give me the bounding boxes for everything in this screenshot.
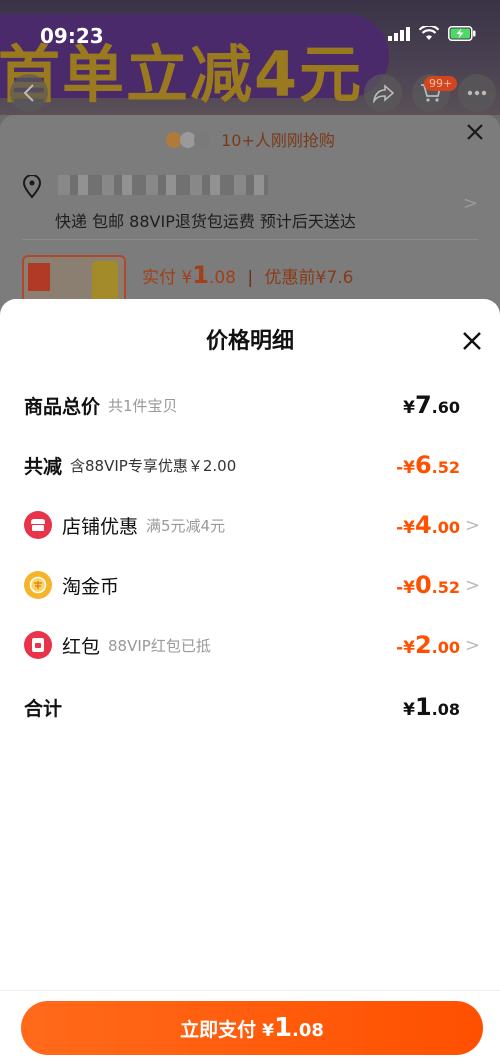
- original-price-value: ¥7.6: [315, 268, 354, 288]
- wifi-icon: [419, 26, 439, 40]
- paid-integer: 1: [192, 261, 209, 289]
- back-button[interactable]: [10, 74, 48, 112]
- gold-coin-label: 淘金币: [62, 575, 120, 598]
- shop-discount-label: 店铺优惠: [62, 515, 139, 538]
- gold-coin-icon: [24, 571, 52, 599]
- close-icon[interactable]: [466, 123, 484, 141]
- row-gold-coin[interactable]: 淘金币 -¥0.52 >: [24, 567, 480, 603]
- more-dots-icon: [467, 90, 487, 96]
- red-packet-icon: [24, 631, 52, 659]
- delivery-info: 快递 包邮 88VIP退货包运费 预计后天送达: [55, 212, 356, 231]
- original-price-label: 优惠前: [264, 268, 316, 288]
- purchase-ticker: 10+人刚刚抢购: [0, 127, 500, 153]
- sheet-title: 价格明细: [205, 329, 294, 354]
- total-label: 合计: [24, 697, 63, 720]
- chevron-right-icon: >: [464, 634, 480, 656]
- signal-icon: [388, 26, 410, 41]
- pay-now-button[interactable]: 立即支付 ¥1.08: [21, 1001, 483, 1055]
- chevron-right-icon: >: [464, 574, 480, 596]
- status-time: 09:23: [40, 24, 104, 48]
- price-detail-sheet: 价格明细 商品总价 共1件宝贝 ¥7.60 共减 含88VIP专享优惠￥2.00…: [0, 299, 500, 1059]
- pay-decimal: .08: [292, 1020, 324, 1041]
- red-packet-note: 88VIP红包已抵: [108, 636, 211, 655]
- shop-discount-rule: 满5元减4元: [146, 516, 226, 535]
- total-amount: ¥1.08: [403, 693, 460, 721]
- pay-currency: ¥: [262, 1021, 274, 1041]
- purchase-ticker-text: 10+人刚刚抢购: [221, 131, 335, 150]
- row-subtotal: 商品总价 共1件宝贝 ¥7.60: [24, 387, 480, 423]
- close-icon[interactable]: [462, 331, 482, 351]
- subtotal-amount: ¥7.60: [403, 391, 460, 419]
- divider: [22, 239, 478, 240]
- row-total-discount: 共减 含88VIP专享优惠￥2.00 -¥6.52: [24, 447, 480, 483]
- chevron-right-icon: >: [462, 193, 478, 214]
- pay-integer: 1: [273, 1013, 293, 1043]
- location-pin-icon: [22, 175, 42, 199]
- red-packet-label: 红包: [62, 635, 101, 658]
- buyer-avatars-icon: [165, 131, 215, 153]
- address-text-redacted: [58, 175, 268, 195]
- total-discount-amount: -¥6.52: [396, 451, 460, 479]
- share-icon: [372, 84, 395, 103]
- pay-now-label: 立即支付: [180, 1019, 257, 1041]
- battery-charging-icon: [448, 26, 476, 41]
- status-icons: [388, 26, 476, 41]
- gold-coin-amount: -¥0.52: [396, 571, 460, 599]
- status-bar: 09:23: [0, 0, 500, 60]
- cart-count-badge: 99+: [424, 76, 458, 91]
- more-button[interactable]: [458, 74, 496, 112]
- chevron-right-icon: >: [464, 514, 480, 536]
- total-discount-label: 共减: [24, 455, 63, 478]
- order-sheet-background: 10+人刚刚抢购 快递 包邮 88VIP退货包运费 预计后天送达 > 实付 ¥1…: [0, 115, 500, 321]
- pay-bar: 立即支付 ¥1.08: [0, 990, 500, 1059]
- shop-discount-amount: -¥4.00: [396, 511, 460, 539]
- row-red-packet[interactable]: 红包 88VIP红包已抵 -¥2.00 >: [24, 627, 480, 663]
- total-discount-note: 含88VIP专享优惠￥2.00: [70, 456, 237, 475]
- subtotal-count: 共1件宝贝: [108, 396, 178, 415]
- row-total: 合计 ¥1.08: [24, 689, 480, 725]
- subtotal-label: 商品总价: [24, 395, 101, 418]
- paid-currency: ¥: [181, 268, 193, 288]
- shop-icon: [24, 511, 52, 539]
- row-shop-discount[interactable]: 店铺优惠 满5元减4元 -¥4.00 >: [24, 507, 480, 543]
- red-packet-amount: -¥2.00: [396, 631, 460, 659]
- share-button[interactable]: [364, 74, 402, 112]
- paid-decimal: .08: [208, 268, 236, 288]
- paid-label: 实付: [142, 268, 176, 288]
- bg-price-line: 实付 ¥1.08 | 优惠前¥7.6: [142, 261, 354, 289]
- back-arrow-icon: [23, 84, 34, 102]
